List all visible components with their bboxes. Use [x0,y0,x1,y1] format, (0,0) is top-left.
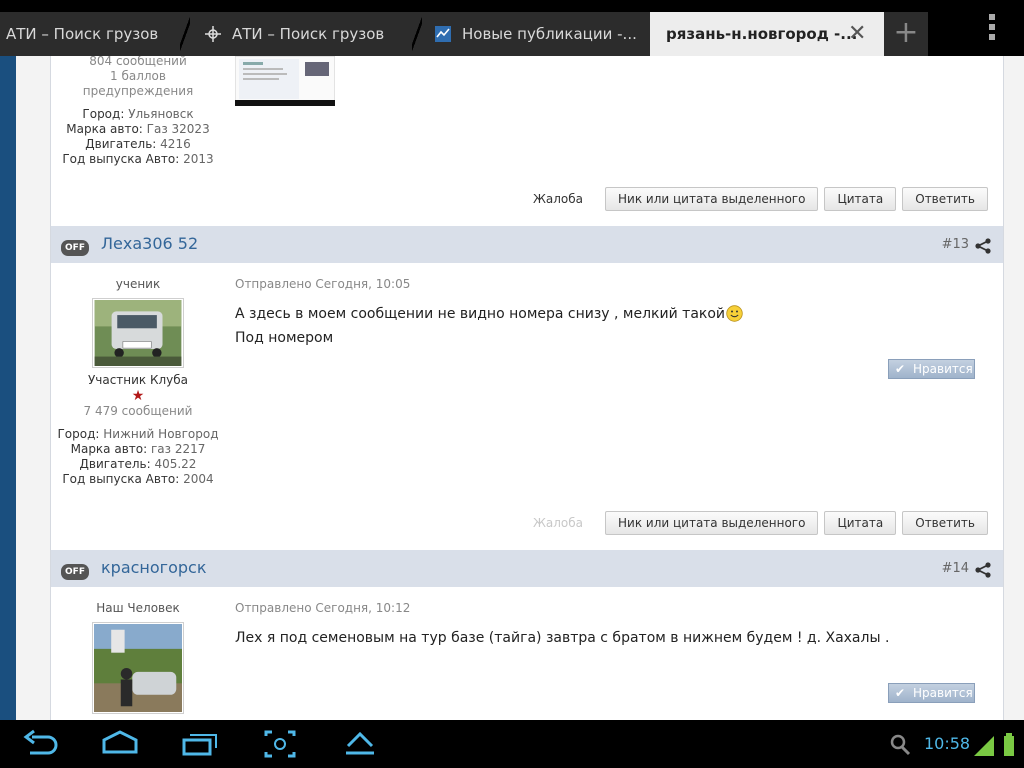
tab-new-publications[interactable]: Новые публикации -... [422,12,650,56]
battery-icon [1004,733,1014,756]
city-label: Город: [82,107,125,121]
author-rank: ученик [115,277,161,291]
year-label: Год выпуска Авто: [62,152,180,166]
share-icon[interactable] [975,562,991,578]
complaint-link[interactable]: Жалоба [533,192,583,206]
like-label: Нравится [913,686,973,700]
engine-label: Двигатель: [79,457,151,471]
reply-button[interactable]: Ответить [902,511,988,535]
new-tab-button[interactable]: + [884,12,928,56]
author-info: ученик Участник Клуба ★ 7 479 сообщений … [51,277,225,487]
smiley-icon [726,305,743,322]
tab-label: рязань-н.новгород -... [666,25,858,43]
star-icon: ★ [131,388,145,404]
points-count: 1 баллов [110,69,166,83]
author-info: Наш Человек [51,601,225,714]
prev-post-actions: Жалоба Ник или цитата выделенного Цитата… [533,187,988,211]
complaint-link[interactable]: Жалоба [533,516,583,530]
post-timestamp: Отправлено Сегодня, 10:12 [235,601,411,615]
post-content: А здесь в моем сообщении не видно номера… [235,302,743,350]
member-group: Участник Клуба [87,373,189,387]
system-navigation-bar: 10:58 [0,720,1024,768]
city-value: Ульяновск [128,107,194,121]
tab-ati-2[interactable]: АТИ – Поиск грузов [190,12,412,56]
city-label: Город: [57,427,100,441]
avatar[interactable] [92,298,184,368]
tab-label: АТИ – Поиск грузов [232,25,385,43]
quote-button[interactable]: Цитата [824,511,897,535]
car-label: Марка авто: [70,442,148,456]
post-header: OFF Леха306 52 #13 [51,226,1003,263]
quote-selected-button[interactable]: Ник или цитата выделенного [605,187,819,211]
author-name-link[interactable]: красногорск [101,558,206,577]
post-text-line: А здесь в моем сообщении не видно номера… [235,306,726,322]
post-header: OFF красногорск #14 [51,550,1003,587]
check-icon: ✔ [895,362,906,376]
tab-separator [412,12,422,56]
prev-author-info: 804 сообщений 1 баллов предупреждения Го… [51,56,225,167]
overflow-menu-icon[interactable] [984,14,1000,44]
screenshot-icon[interactable] [260,726,300,762]
signal-strength-icon [974,736,994,756]
tab-separator [180,12,190,56]
web-page: 804 сообщений 1 баллов предупреждения Го… [0,56,1024,720]
like-label: Нравится [913,362,973,376]
search-icon[interactable] [884,726,916,762]
forum-topic: 804 сообщений 1 баллов предупреждения Го… [50,56,1004,720]
city-value: Нижний Новгород [103,427,219,441]
post-content: Лех я под семеновым на тур базе (тайга) … [235,626,889,650]
tab-ati-1[interactable]: АТИ – Поиск грузов [0,12,182,56]
attached-screenshot-thumbnail[interactable] [235,56,335,106]
warnings-label: предупреждения [82,84,194,98]
like-button[interactable]: ✔ Нравится [888,359,975,379]
quote-selected-button[interactable]: Ник или цитата выделенного [605,511,819,535]
car-value: газ 2217 [150,442,206,456]
author-rank: Наш Человек [96,601,180,615]
tab-label: АТИ – Поиск грузов [6,25,159,43]
post-number-link[interactable]: #13 [942,237,969,252]
messages-count: 7 479 сообщений [83,404,193,418]
post-text-line: Лех я под семеновым на тур базе (тайга) … [235,630,890,646]
page-background: 804 сообщений 1 баллов предупреждения Го… [16,56,1024,720]
share-icon[interactable] [975,238,991,254]
like-button[interactable]: ✔ Нравится [888,683,975,703]
status-badge: OFF [61,564,89,580]
engine-value: 4216 [160,137,191,151]
post-text-line: Под номером [235,330,334,346]
reply-button[interactable]: Ответить [902,187,988,211]
status-clock: 10:58 [924,734,971,753]
year-value: 2004 [183,472,214,486]
browser-tab-bar: АТИ – Поиск грузов АТИ – Поиск грузов Но… [0,0,1024,56]
post-number-link[interactable]: #14 [942,561,969,576]
avatar[interactable] [92,622,184,714]
author-name-link[interactable]: Леха306 52 [101,234,198,253]
engine-label: Двигатель: [85,137,157,151]
move-icon [205,26,221,42]
back-icon[interactable] [20,726,60,762]
engine-value: 405.22 [154,457,197,471]
year-value: 2013 [183,152,214,166]
tab-ryazan-novgorod[interactable]: рязань-н.новгород -... ✕ [650,12,884,56]
check-icon: ✔ [895,686,906,700]
messages-count: 804 сообщений [89,56,187,68]
post-actions: Жалоба Ник или цитата выделенного Цитата… [533,511,988,535]
year-label: Год выпуска Авто: [62,472,180,486]
status-badge: OFF [61,240,89,256]
car-label: Марка авто: [66,122,143,136]
home-icon[interactable] [100,726,140,762]
close-tab-icon[interactable]: ✕ [848,23,866,45]
hide-keyboard-icon[interactable] [340,726,380,762]
car-value: Газ 32023 [146,122,210,136]
quote-button[interactable]: Цитата [824,187,897,211]
post-timestamp: Отправлено Сегодня, 10:05 [235,277,411,291]
tab-label: Новые публикации -... [462,25,637,43]
site-favicon-icon [435,26,451,42]
recent-apps-icon[interactable] [180,726,220,762]
